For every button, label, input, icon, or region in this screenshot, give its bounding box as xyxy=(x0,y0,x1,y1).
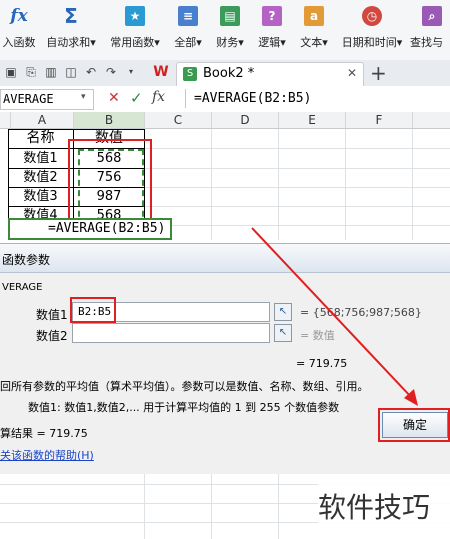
annotation-arrow xyxy=(251,227,418,406)
watermark-text: 软件技巧 xyxy=(318,491,431,524)
sheet-below-dialog: 软件技巧 xyxy=(0,474,450,539)
